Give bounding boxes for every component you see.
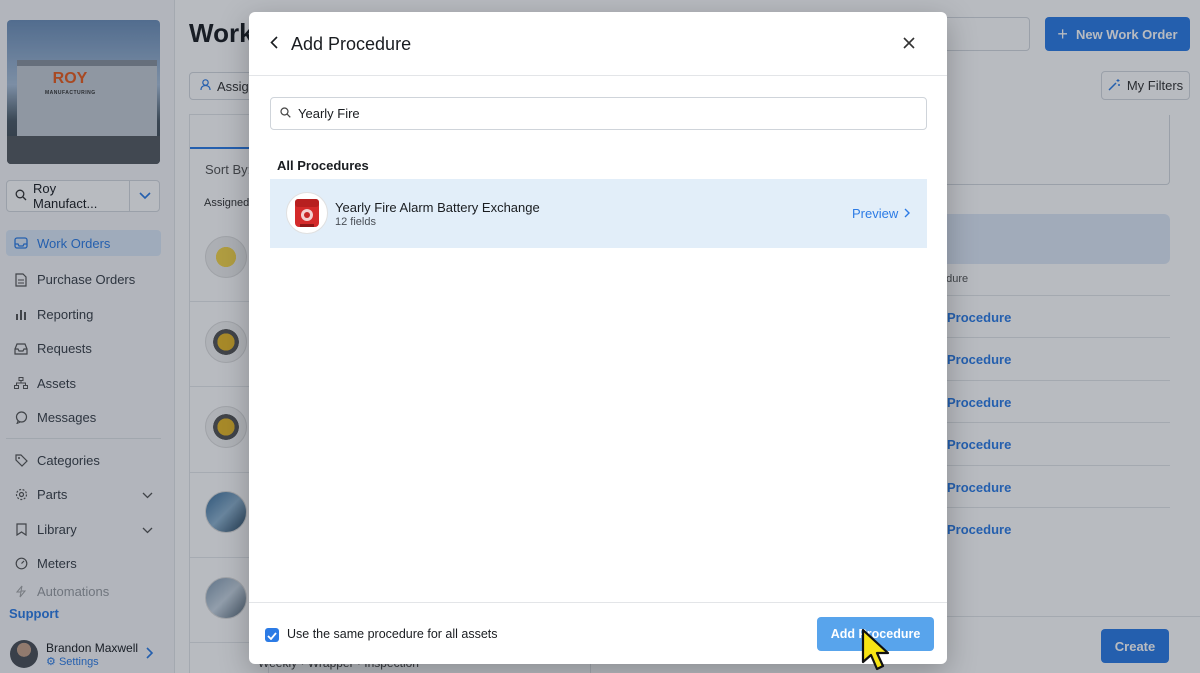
same-procedure-checkbox[interactable] [265, 628, 279, 642]
modal-footer: Use the same procedure for all assets Ad… [249, 602, 947, 664]
chevron-left-icon [270, 36, 278, 52]
modal-title: Add Procedure [291, 34, 412, 54]
checkmark-icon [267, 628, 277, 643]
add-procedure-modal: Add Procedure All Procedures Yearly Fire… [249, 12, 947, 664]
same-procedure-label[interactable]: Use the same procedure for all assets [287, 627, 498, 641]
mouse-pointer-icon [860, 628, 892, 673]
chevron-right-icon [904, 206, 911, 221]
close-button[interactable] [900, 35, 918, 53]
procedure-name: Yearly Fire Alarm Battery Exchange [335, 200, 540, 215]
section-title: All Procedures [277, 158, 369, 173]
procedure-search-field[interactable] [270, 97, 927, 130]
fire-alarm-icon [286, 192, 328, 234]
search-icon [280, 106, 291, 121]
modal-header: Add Procedure [249, 12, 947, 76]
preview-link[interactable]: Preview [852, 206, 911, 221]
procedure-list-item[interactable]: Yearly Fire Alarm Battery Exchange 12 fi… [270, 179, 927, 248]
back-button[interactable] [267, 34, 281, 54]
procedure-field-count: 12 fields [335, 216, 376, 228]
procedure-search-input[interactable] [298, 106, 898, 121]
close-icon [903, 36, 915, 52]
